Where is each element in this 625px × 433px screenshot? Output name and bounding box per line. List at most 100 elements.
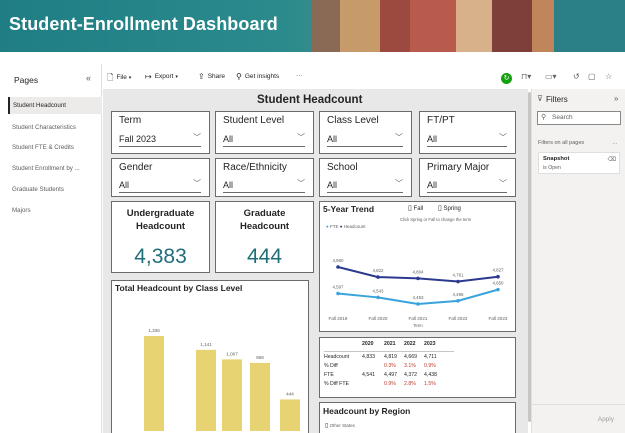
sidebar-item-majors[interactable]: Majors: [8, 202, 102, 219]
table-divider: [324, 351, 454, 352]
bar[interactable]: [222, 359, 242, 431]
bar[interactable]: [280, 399, 300, 431]
sidebar-item-student-enrollment[interactable]: Student Enrollment by ...: [8, 160, 102, 177]
file-icon: 🗋: [107, 73, 114, 82]
sidebar-item-student-fte-credits[interactable]: Student FTE & Credits: [8, 139, 102, 156]
more-options-button[interactable]: ···: [296, 72, 303, 79]
class-level-bar-chart[interactable]: 1,336 1,141 1,007 958 444: [112, 281, 307, 431]
slicer-dropdown[interactable]: Fall 2023 ﹀: [119, 133, 201, 147]
chevron-down-icon: ﹀: [297, 179, 305, 188]
series-point[interactable]: [496, 274, 500, 279]
slicer-dropdown[interactable]: All ﹀: [119, 179, 201, 193]
get-insights-button[interactable]: ⚲ Get insights: [236, 72, 279, 81]
x-tick-label: Fall 2021: [409, 316, 428, 321]
slicer-primary-major[interactable]: Primary Major All ﹀: [419, 158, 516, 197]
table-header-cell: 2021: [384, 341, 396, 347]
point-data-label: 4,822: [373, 268, 385, 273]
search-icon: ⚲: [541, 114, 547, 121]
five-year-trend-chart[interactable]: 5-Year Trend ▯ Fall ▯ Spring Click Sprin…: [319, 201, 516, 332]
x-tick-label: Fall 2023: [489, 316, 508, 321]
point-data-label: 4,496: [453, 292, 465, 297]
bar[interactable]: [250, 362, 270, 431]
x-tick-label: Fall 2022: [449, 316, 468, 321]
point-data-label: 4,827: [493, 268, 505, 273]
slicer-title: FT/PT: [427, 115, 455, 126]
apply-button[interactable]: Apply: [598, 416, 614, 423]
share-button[interactable]: ⇪ Share: [198, 72, 225, 81]
sidebar-item-graduate-students[interactable]: Graduate Students: [8, 181, 102, 198]
table-cell: 0.9%: [424, 363, 436, 369]
series-point[interactable]: [336, 265, 340, 269]
filter-icon: ⊽: [537, 94, 543, 103]
slicer-student-level[interactable]: Student Level All ﹀: [215, 111, 314, 154]
five-year-line-chart[interactable]: 4,960 4,822 4,804 4,761 4,827 4,597 4,543 4,453…: [320, 202, 514, 330]
filter-value: is Open: [543, 165, 561, 171]
headcount-by-region-chart[interactable]: Headcount by Region ▯ Other States: [319, 402, 516, 433]
series-point[interactable]: [336, 291, 340, 296]
kpi-title: Headcount: [135, 221, 186, 232]
reset-icon[interactable]: ↺: [573, 72, 580, 81]
filter-name: Snapshot: [543, 156, 570, 162]
export-icon: ↦: [145, 72, 152, 81]
point-data-label: 4,453: [413, 295, 425, 300]
slicer-dropdown[interactable]: All ﹀: [427, 179, 507, 193]
table-header-cell: 2020: [362, 341, 374, 347]
filters-title: Filters: [546, 95, 568, 104]
view-icon[interactable]: ▭▾: [545, 72, 557, 81]
bar[interactable]: [144, 336, 164, 431]
class-level-chart[interactable]: Total Headcount by Class Level 1,336 1,14…: [111, 280, 309, 433]
file-menu[interactable]: 🗋 File ▾: [107, 72, 131, 86]
bar-data-label: 1,336: [148, 328, 160, 333]
point-data-label: 4,650: [493, 281, 505, 286]
series-point[interactable]: [376, 295, 380, 300]
slicer-term[interactable]: Term Fall 2023 ﹀: [111, 111, 210, 154]
region-legend: ▯ Other States: [325, 423, 355, 429]
slicer-school[interactable]: School All ﹀: [319, 158, 412, 197]
refresh-icon[interactable]: ↻: [501, 73, 512, 84]
filter-search-input[interactable]: ⚲ Search: [537, 111, 621, 125]
chevron-down-icon: ﹀: [499, 179, 507, 188]
dashboard-banner: Student-Enrollment Dashboard: [0, 0, 625, 52]
series-point[interactable]: [456, 299, 460, 303]
bookmark-icon: ▯: [325, 423, 329, 429]
chevron-down-icon: ﹀: [395, 133, 403, 142]
slicer-dropdown[interactable]: All ﹀: [327, 179, 403, 193]
chevron-right-icon[interactable]: »: [614, 94, 618, 103]
filter-card-snapshot[interactable]: Snapshot is Open ⌫: [538, 152, 620, 174]
sidebar-item-student-headcount[interactable]: Student Headcount: [8, 97, 102, 114]
series-point[interactable]: [416, 302, 420, 306]
chevron-down-icon: ﹀: [499, 133, 507, 142]
slicer-race-ethnicity[interactable]: Race/Ethnicity All ﹀: [215, 158, 314, 197]
bar-data-label: 1,141: [200, 342, 212, 347]
sidebar-item-student-characteristics[interactable]: Student Characteristics: [8, 119, 102, 136]
series-point[interactable]: [416, 276, 420, 281]
slicer-dropdown[interactable]: All ﹀: [427, 133, 507, 147]
bookmark-icon[interactable]: ⊓▾: [521, 72, 531, 81]
slicer-class-level[interactable]: Class Level All ﹀: [319, 111, 412, 154]
series-point[interactable]: [496, 287, 500, 292]
page-title: Student Headcount: [257, 94, 363, 106]
favorite-icon[interactable]: ☆: [605, 72, 612, 81]
double-chevron-left-icon[interactable]: «: [86, 73, 91, 83]
slicer-dropdown[interactable]: All ﹀: [223, 133, 305, 147]
x-axis-label: Term: [413, 323, 423, 328]
slicer-dropdown[interactable]: All ﹀: [327, 133, 403, 147]
kpi-title: Undergraduate: [126, 208, 195, 219]
pages-sidebar: Pages « Student Headcount Student Charac…: [0, 64, 102, 433]
slicer-gender[interactable]: Gender All ﹀: [111, 158, 210, 197]
pages-heading: Pages: [14, 75, 39, 85]
export-menu[interactable]: ↦ Export ▾: [145, 72, 178, 81]
slicer-dropdown[interactable]: All ﹀: [223, 179, 305, 193]
kpi-value: 4,383: [134, 245, 187, 268]
series-point[interactable]: [376, 275, 380, 279]
point-data-label: 4,761: [453, 273, 465, 278]
table-cell: 2.8%: [404, 381, 416, 387]
point-data-label: 4,543: [373, 288, 385, 293]
table-cell: 0.9%: [384, 381, 396, 387]
bar[interactable]: [196, 349, 216, 431]
eraser-icon[interactable]: ⌫: [608, 156, 616, 163]
slicer-ft-pt[interactable]: FT/PT All ﹀: [419, 111, 516, 154]
series-point[interactable]: [456, 279, 460, 284]
comment-icon[interactable]: ▢: [588, 72, 596, 81]
more-icon[interactable]: …: [612, 140, 618, 146]
